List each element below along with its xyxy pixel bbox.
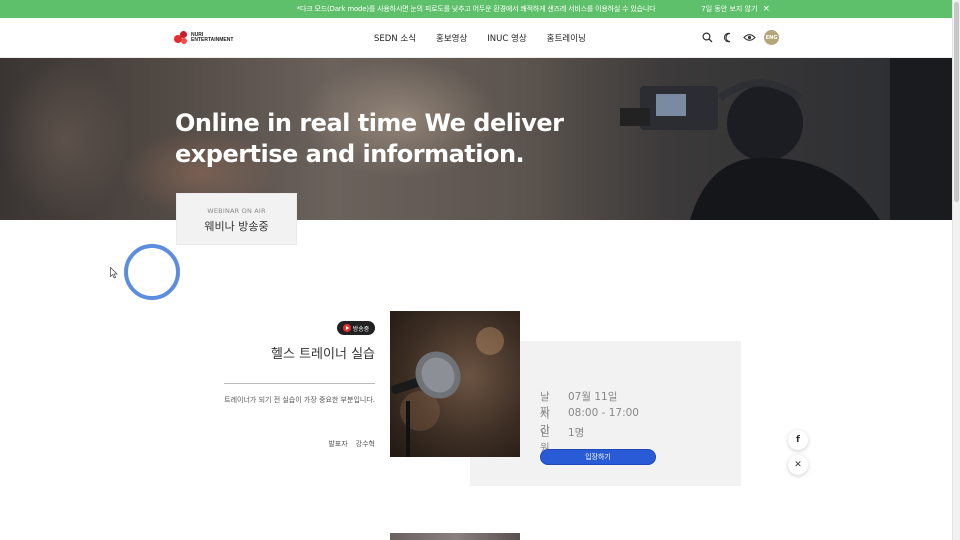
header-icons: ENG: [701, 30, 779, 45]
logo[interactable]: NURI ENTERTAINMENT: [174, 31, 233, 45]
search-icon[interactable]: [701, 31, 714, 44]
hero-banner: Online in real time We deliver expertise…: [0, 58, 952, 220]
presenter-name: 강수혁: [355, 440, 375, 448]
webinar-tab-sub: WEBINAR ON AIR: [207, 207, 266, 215]
facebook-share-icon[interactable]: f: [788, 430, 808, 450]
hero-title: Online in real time We deliver expertise…: [175, 108, 564, 170]
webinar-tab-main: 웨비나 방송중: [204, 220, 269, 233]
info-key: 시간: [540, 409, 550, 436]
notice-bar: *다크 모드(Dark mode)를 사용하시면 눈의 피로도를 낮추고 어두운…: [0, 0, 952, 18]
nav-item-sedn-news[interactable]: SEDN 소식: [374, 32, 416, 44]
eye-icon[interactable]: [743, 31, 756, 44]
enter-button[interactable]: 입장하기: [540, 449, 656, 465]
tab-webinar-on-air[interactable]: WEBINAR ON AIR 웨비나 방송중: [176, 193, 297, 245]
main-nav: SEDN 소식 홍보영상 INUC 영상 홈트레이닝: [374, 32, 586, 44]
info-key: 인원: [540, 427, 550, 454]
nav-item-inuc-video[interactable]: INUC 영상: [487, 32, 526, 44]
close-icon[interactable]: ×: [762, 4, 770, 13]
hero-title-line1: Online in real time We deliver: [175, 109, 564, 137]
mouse-cursor-icon: [110, 267, 118, 279]
nav-item-promo-video[interactable]: 홍보영상: [436, 32, 467, 44]
moon-icon[interactable]: [722, 31, 735, 44]
presenter-label: 발표자: [328, 440, 348, 448]
info-value: 08:00 - 17:00: [568, 407, 639, 419]
hero-title-line2: expertise and information.: [175, 140, 525, 168]
live-play-icon: [342, 324, 351, 332]
info-row-date: 날짜 07월 11일: [540, 389, 639, 418]
notice-hide-control[interactable]: 7일 동안 보지 않기 ×: [701, 4, 770, 14]
site-header: NURI ENTERTAINMENT SEDN 소식 홍보영상 INUC 영상 …: [0, 18, 952, 58]
language-button[interactable]: ENG: [764, 30, 779, 45]
info-value: 07월 11일: [568, 391, 618, 403]
notice-hide-label[interactable]: 7일 동안 보지 않기: [701, 4, 757, 14]
info-key: 날짜: [540, 391, 550, 418]
scrollbar-thumb[interactable]: [954, 2, 959, 202]
logo-line2: ENTERTAINMENT: [191, 37, 234, 43]
presenter: 발표자 강수혁: [328, 439, 375, 449]
session-description: 트레이너가 되기 전 실습이 가장 중요한 부분입니다.: [224, 396, 375, 404]
session-title: 헬스 트레이너 실습: [271, 347, 375, 362]
status-badge-label: 방송중: [352, 325, 370, 333]
info-value: 1명: [568, 427, 585, 439]
divider: [224, 383, 375, 384]
status-badge: 방송중: [337, 321, 375, 335]
logo-mark-icon: [174, 31, 188, 45]
notice-text: *다크 모드(Dark mode)를 사용하시면 눈의 피로도를 낮추고 어두운…: [296, 5, 656, 13]
nav-item-home-training[interactable]: 홈트레이닝: [547, 32, 586, 44]
info-row-time: 시간 08:00 - 17:00: [540, 407, 639, 436]
camera-operator-image: [620, 58, 952, 220]
page-scrollbar[interactable]: [952, 0, 960, 540]
close-share-icon[interactable]: ✕: [788, 455, 808, 475]
session-image: [390, 311, 520, 457]
info-row-capacity: 인원 1명: [540, 425, 639, 454]
session-info: 날짜 07월 11일 시간 08:00 - 17:00 인원 1명: [540, 389, 639, 454]
loading-spinner: [124, 244, 180, 300]
next-session-image: [390, 533, 520, 540]
